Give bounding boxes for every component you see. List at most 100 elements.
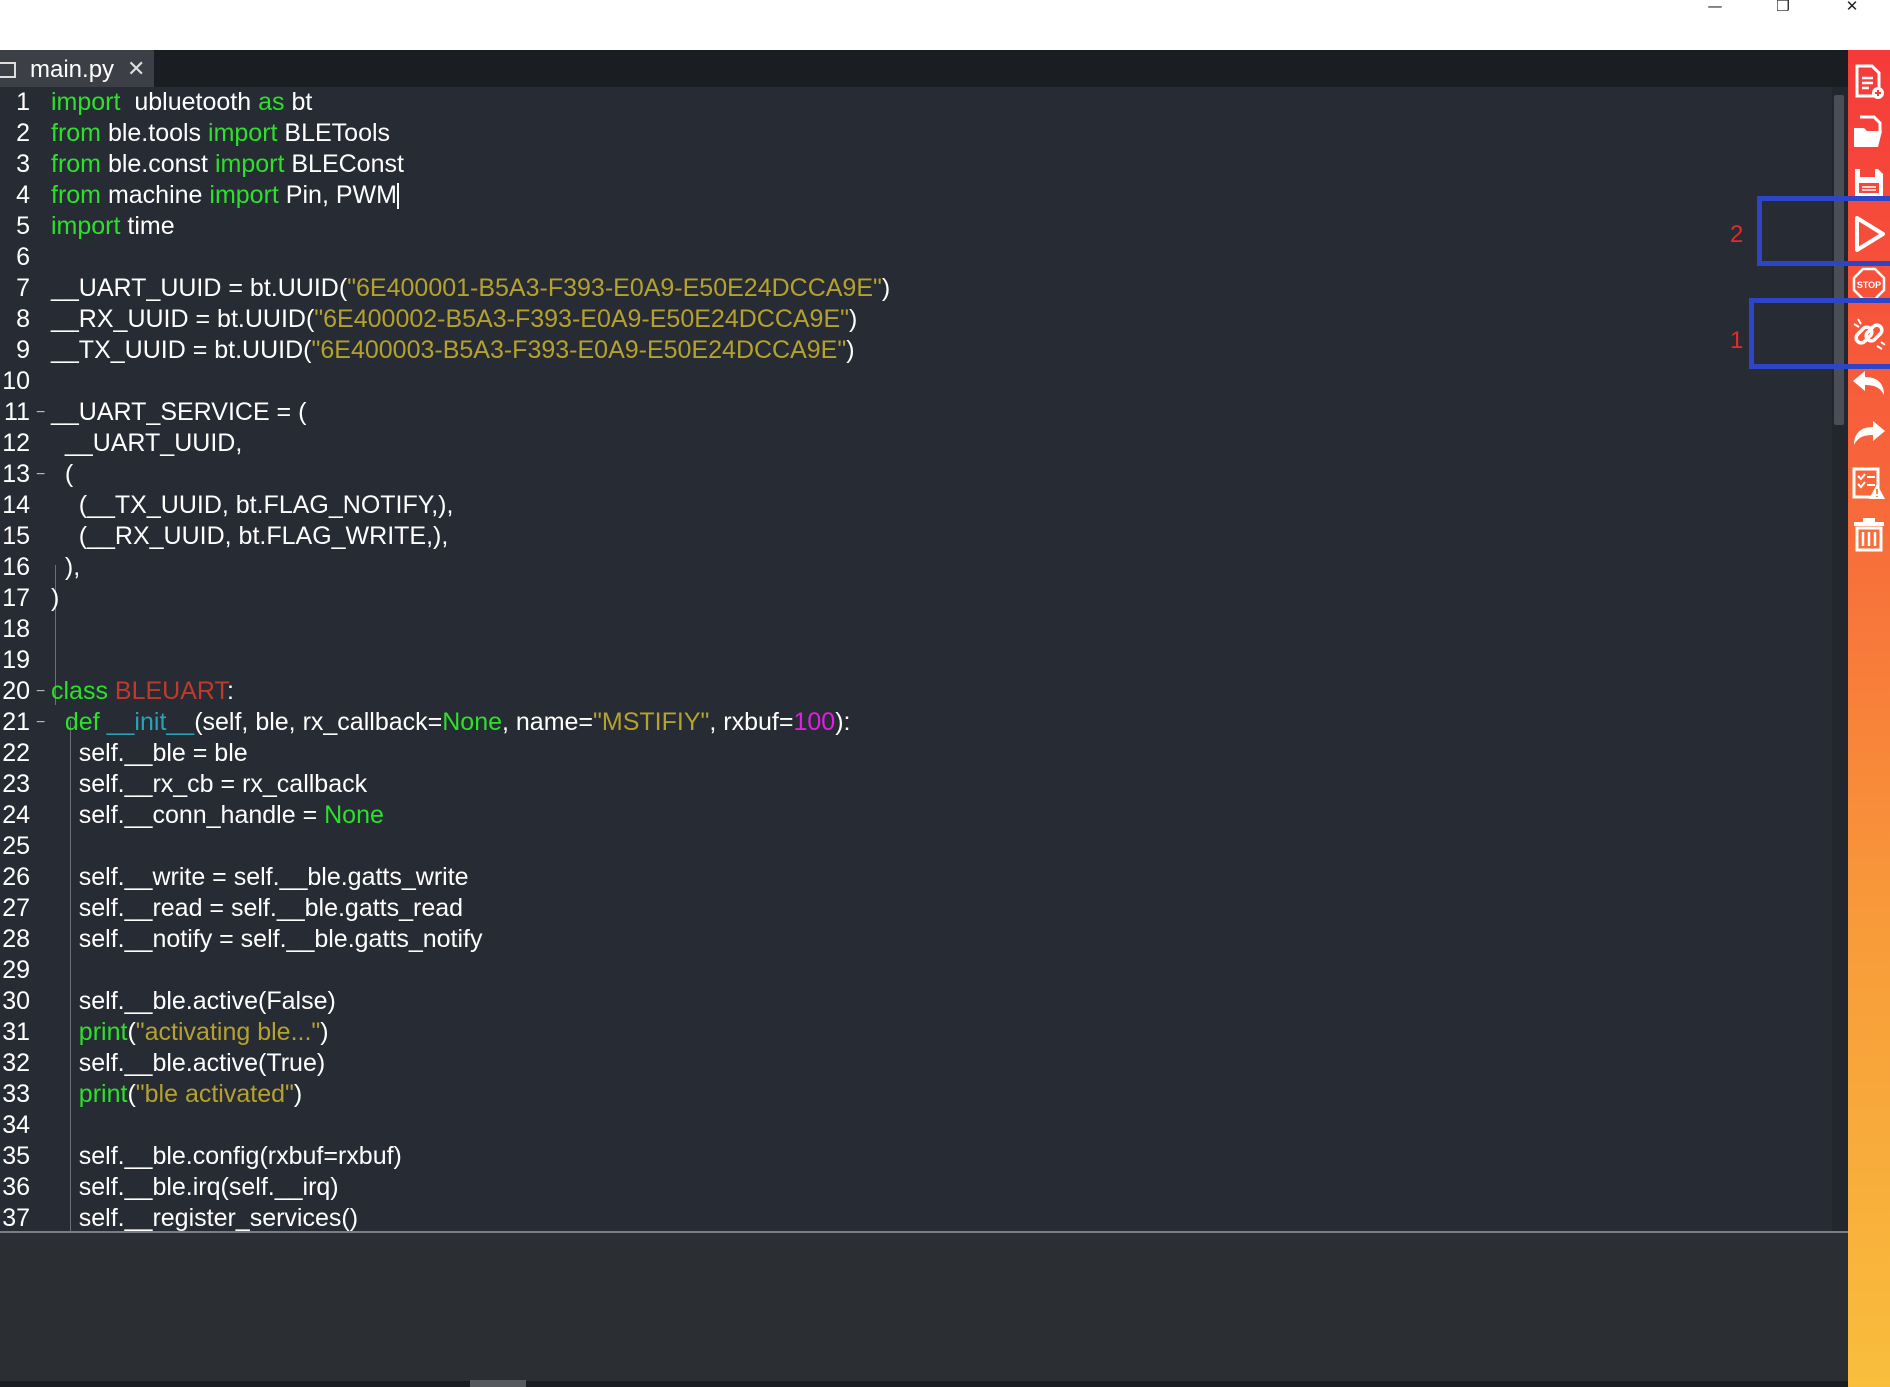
code-line[interactable]: 30 self.__ble.active(False) xyxy=(0,986,1820,1017)
horizontal-scrollbar-thumb[interactable] xyxy=(470,1380,526,1387)
code-line[interactable]: 14 (__TX_UUID, bt.FLAG_NOTIFY,), xyxy=(0,490,1820,521)
code-line[interactable]: 17) xyxy=(0,583,1820,614)
code-line[interactable]: 33 print("ble activated") xyxy=(0,1079,1820,1110)
code-line[interactable]: 3 from ble.const import BLEConst xyxy=(0,149,1820,180)
code-line[interactable]: 31 print("activating ble...") xyxy=(0,1017,1820,1048)
code-line[interactable]: 12 __UART_UUID, xyxy=(0,428,1820,459)
code-text: ( xyxy=(51,459,73,490)
code-line[interactable]: 34 xyxy=(0,1110,1820,1141)
fold-marker-icon[interactable]: − xyxy=(36,459,46,490)
code-line[interactable]: 6 xyxy=(0,242,1820,273)
token-kw: import xyxy=(208,119,278,147)
line-number: 27 xyxy=(2,894,30,922)
undo-icon xyxy=(1853,371,1884,395)
token-plain: ) xyxy=(881,274,891,302)
tab-close-icon[interactable]: ✕ xyxy=(127,50,145,90)
token-plain: self.__ble.active(True) xyxy=(51,1049,326,1077)
token-kw: print xyxy=(78,1018,128,1046)
code-line[interactable]: 1 import ubluetooth as bt xyxy=(0,87,1820,118)
clear-button[interactable] xyxy=(1848,512,1890,556)
token-kw: None xyxy=(324,801,384,829)
code-text: __UART_UUID = bt.UUID("6E400001-B5A3-F39… xyxy=(51,273,890,304)
syntax-check-button[interactable] xyxy=(1848,462,1890,506)
token-plain: time xyxy=(120,212,175,240)
code-text: self.__ble = ble xyxy=(51,738,248,769)
token-kw: import xyxy=(51,212,121,240)
code-line[interactable]: 23 self.__rx_cb = rx_callback xyxy=(0,769,1820,800)
token-plain: ) xyxy=(293,1080,303,1108)
code-text: __UART_SERVICE = ( xyxy=(51,397,306,428)
code-line[interactable]: 35 self.__ble.config(rxbuf=rxbuf) xyxy=(0,1141,1820,1172)
token-plain: self.__notify = self.__ble.gatts_notify xyxy=(51,925,483,953)
token-kw: print xyxy=(78,1080,128,1108)
output-console[interactable] xyxy=(0,1233,1848,1383)
code-line[interactable]: 5 import time xyxy=(0,211,1820,242)
line-number: 9 xyxy=(16,336,30,364)
code-text: ), xyxy=(51,552,80,583)
code-line[interactable]: 13− ( xyxy=(0,459,1820,490)
token-plain: , name= xyxy=(502,708,594,736)
code-line[interactable]: 22 self.__ble = ble xyxy=(0,738,1820,769)
svg-text:STOP: STOP xyxy=(1857,280,1881,290)
close-window-button[interactable]: ✕ xyxy=(1827,0,1877,14)
code-editor[interactable]: 1 import ubluetooth as bt 2 from ble.tools … xyxy=(0,87,1848,1231)
fold-marker-icon[interactable]: − xyxy=(36,397,46,428)
new-file-button[interactable] xyxy=(1848,60,1890,104)
line-number: 20 xyxy=(2,677,30,705)
token-plain: self.__write = self.__ble.gatts_write xyxy=(51,863,469,891)
code-line[interactable]: 25 xyxy=(0,831,1820,862)
code-line[interactable]: 20− class BLEUART: xyxy=(0,676,1820,707)
code-line[interactable]: 2 from ble.tools import BLETools xyxy=(0,118,1820,149)
code-line[interactable]: 21− def __init__(self, ble, rx_callback=… xyxy=(0,707,1820,738)
code-line[interactable]: 9 __TX_UUID = bt.UUID("6E400003-B5A3-F393… xyxy=(0,335,1820,366)
line-number: 1 xyxy=(16,88,30,116)
annotation-marker-1: 1 xyxy=(1730,327,1744,354)
line-number: 29 xyxy=(2,956,30,984)
open-file-button[interactable] xyxy=(1848,110,1890,154)
code-line[interactable]: 37 self.__register_services() xyxy=(0,1203,1820,1231)
tab-main-py[interactable]: main.py ✕ xyxy=(0,50,154,87)
text-cursor xyxy=(396,183,399,210)
token-str: "6E400001-B5A3-F393-E0A9-E50E24DCCA9E" xyxy=(347,274,882,302)
code-line[interactable]: 15 (__RX_UUID, bt.FLAG_WRITE,), xyxy=(0,521,1820,552)
code-line[interactable]: 28 self.__notify = self.__ble.gatts_noti… xyxy=(0,924,1820,955)
code-line[interactable]: 4 from machine import Pin, PWM xyxy=(0,180,1820,211)
restore-button[interactable]: ❐ xyxy=(1758,0,1808,14)
code-line[interactable]: 26 self.__write = self.__ble.gatts_write xyxy=(0,862,1820,893)
code-line[interactable]: 8 __RX_UUID = bt.UUID("6E400002-B5A3-F393… xyxy=(0,304,1820,335)
redo-button[interactable] xyxy=(1848,412,1890,456)
annotation-box-1 xyxy=(1749,298,1890,369)
code-line[interactable]: 7 __UART_UUID = bt.UUID("6E400001-B5A3-F3… xyxy=(0,273,1820,304)
fold-marker-icon[interactable]: − xyxy=(36,676,46,707)
new-file-icon xyxy=(1855,64,1884,99)
token-plain: (self, ble, rx_callback= xyxy=(194,708,443,736)
code-line[interactable]: 29 xyxy=(0,955,1820,986)
line-number: 19 xyxy=(2,646,30,674)
tab-label: main.py xyxy=(30,56,115,83)
token-plain: (__TX_UUID, bt.FLAG_NOTIFY,), xyxy=(51,491,454,519)
token-plain: self.__ble.irq(self.__irq) xyxy=(51,1173,339,1201)
token-plain: ( xyxy=(51,460,74,488)
token-kw: def xyxy=(64,708,100,736)
code-line[interactable]: 18 xyxy=(0,614,1820,645)
line-number: 25 xyxy=(2,832,30,860)
token-str: "6E400003-B5A3-F393-E0A9-E50E24DCCA9E" xyxy=(311,336,847,364)
code-line[interactable]: 27 self.__read = self.__ble.gatts_read xyxy=(0,893,1820,924)
minimize-button[interactable]: — xyxy=(1690,0,1740,14)
token-str: "activating ble..." xyxy=(135,1018,321,1046)
token-str: "ble activated" xyxy=(135,1080,294,1108)
code-line[interactable]: 11− __UART_SERVICE = ( xyxy=(0,397,1820,428)
line-number: 33 xyxy=(2,1080,30,1108)
fold-marker-icon[interactable]: − xyxy=(36,707,46,738)
code-line[interactable]: 10 xyxy=(0,366,1820,397)
code-text: self.__rx_cb = rx_callback xyxy=(51,769,367,800)
code-line[interactable]: 24 self.__conn_handle = None xyxy=(0,800,1820,831)
code-line[interactable]: 19 xyxy=(0,645,1820,676)
code-line[interactable]: 16 ), xyxy=(0,552,1820,583)
code-line[interactable]: 32 self.__ble.active(True) xyxy=(0,1048,1820,1079)
code-text: ) xyxy=(51,583,59,614)
token-plain: ubluetooth xyxy=(120,88,259,116)
code-line[interactable]: 36 self.__ble.irq(self.__irq) xyxy=(0,1172,1820,1203)
token-plain: self.__ble = ble xyxy=(51,739,248,767)
